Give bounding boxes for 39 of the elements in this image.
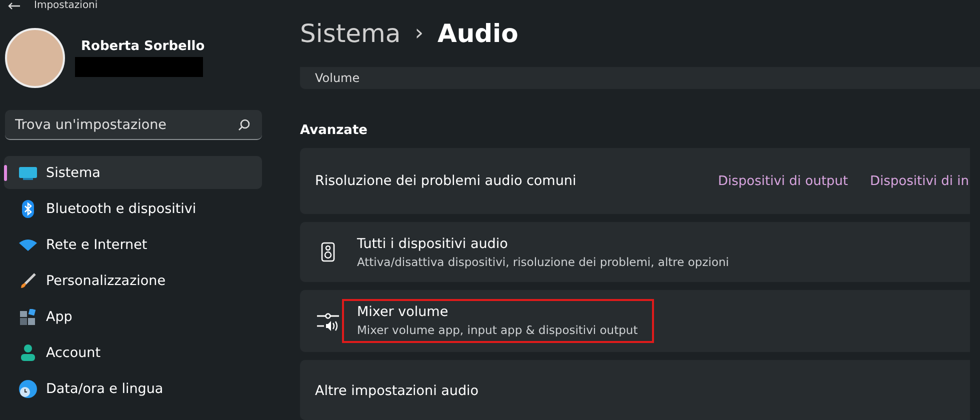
selection-indicator	[4, 165, 7, 181]
card-title: Risoluzione dei problemi audio comuni	[315, 173, 576, 189]
section-title: Avanzate	[300, 123, 368, 138]
wifi-icon	[19, 238, 37, 250]
window-title: Impostazioni	[34, 1, 98, 11]
sidebar-item[interactable]: App	[4, 300, 262, 333]
card-title: Mixer volume	[357, 304, 450, 320]
page-title: Audio	[438, 18, 518, 48]
volume-label: Volume	[315, 70, 360, 85]
setting-card[interactable]: Tutti i dispositivi audio Attiva/disattiva dispositivi, risoluzione dei problemi, altre opzioni	[300, 222, 970, 282]
card-subtitle: Attiva/disattiva dispositivi, risoluzione dei problemi, altre opzioni	[357, 254, 729, 268]
card-title: Tutti i dispositivi audio	[357, 236, 509, 252]
card-subtitle: Mixer volume app, input app & dispositivi output	[357, 323, 638, 337]
search-icon	[238, 119, 250, 131]
apps-icon	[20, 308, 36, 324]
setting-card[interactable]: Mixer volume Mixer volume app, input app & dispositivi output	[300, 290, 970, 352]
link[interactable]: Dispositivi di in	[870, 174, 969, 188]
card-title: Altre impostazioni audio	[315, 383, 479, 399]
user-name: Roberta Sorbello	[81, 39, 205, 54]
sidebar-item[interactable]: Account	[4, 336, 262, 369]
speaker-icon	[321, 242, 335, 262]
breadcrumb-separator: ›	[414, 20, 424, 46]
back-arrow-icon[interactable]	[8, 2, 20, 10]
sidebar-item[interactable]: Rete e Internet	[4, 228, 262, 261]
setting-card[interactable]: Risoluzione dei problemi audio comuni Dispositivi di output Dispositivi di in	[300, 148, 970, 214]
sidebar-item[interactable]: Data/ora e lingua	[4, 372, 262, 405]
setting-card[interactable]: Altre impostazioni audio	[300, 360, 970, 420]
sidebar-item[interactable]: Sistema	[4, 156, 262, 189]
person-icon	[20, 344, 36, 361]
breadcrumb-parent[interactable]: Sistema	[300, 18, 401, 48]
sidebar-item[interactable]: Bluetooth e dispositivi	[4, 192, 262, 225]
monitor-icon	[19, 166, 37, 180]
clock-icon	[19, 380, 37, 398]
bluetooth-icon	[22, 200, 34, 218]
sidebar-item[interactable]: Personalizzazione	[4, 264, 262, 297]
mixer-icon	[317, 311, 339, 331]
brush-icon	[20, 272, 36, 288]
search-field[interactable]: Trova un'impostazione	[5, 110, 262, 140]
link[interactable]: Dispositivi di output	[718, 174, 848, 188]
